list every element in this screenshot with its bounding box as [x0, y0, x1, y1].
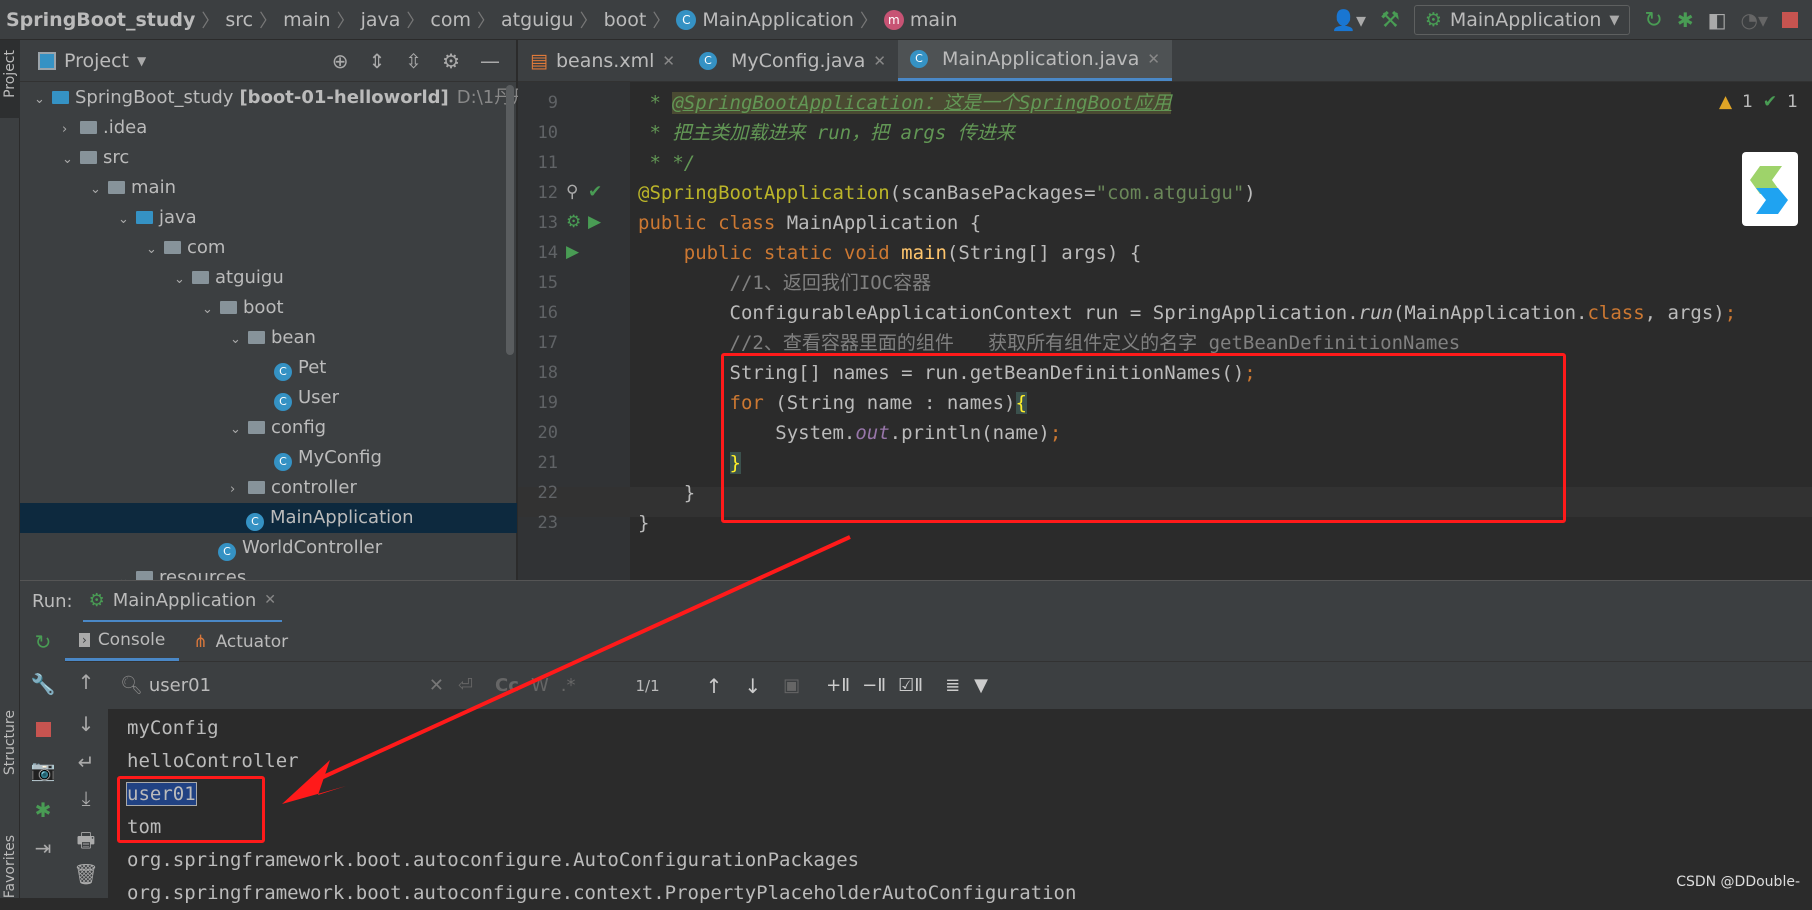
arrow-head-icon [282, 760, 346, 804]
watermark: CSDN @DDouble- [1676, 874, 1800, 890]
annotation-arrow [282, 535, 851, 804]
